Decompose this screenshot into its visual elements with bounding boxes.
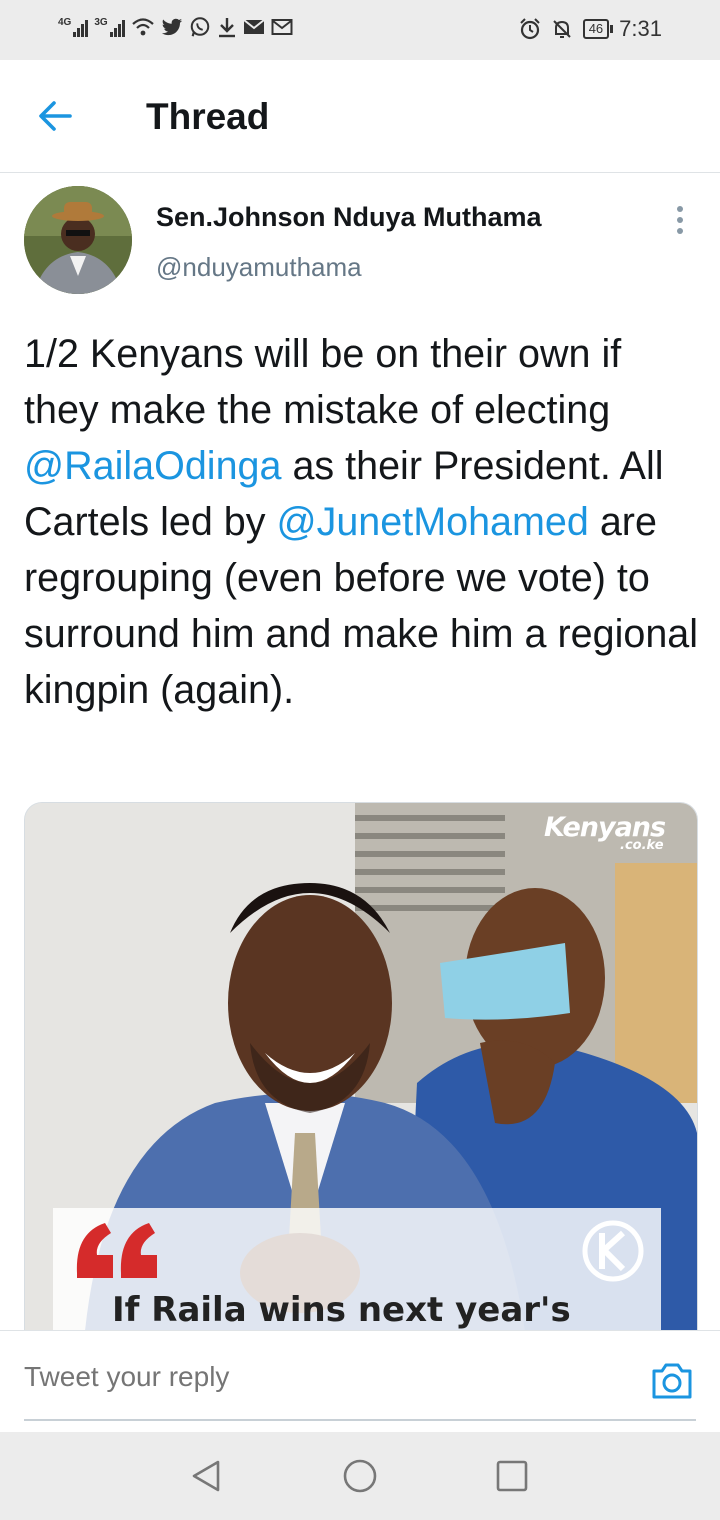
media-quote-text: If Raila wins next year's xyxy=(112,1290,571,1330)
signal-3g-label: 3G xyxy=(94,17,108,28)
battery-indicator: 46 xyxy=(582,19,614,39)
tweet-text: 1/2 Kenyans will be on their own if they… xyxy=(24,326,704,718)
tweet-text-part: 1/2 Kenyans will be on their own if they… xyxy=(24,332,622,432)
gmail-icon xyxy=(271,19,293,35)
reply-bar xyxy=(0,1330,720,1433)
author-handle[interactable]: @nduyamuthama xyxy=(156,252,362,283)
thread-header: Thread xyxy=(0,60,720,173)
download-icon xyxy=(218,18,235,38)
signal-4g-icon: 4G xyxy=(58,17,89,37)
signal-4g-label: 4G xyxy=(58,17,72,28)
reply-divider xyxy=(24,1419,696,1421)
wifi-icon xyxy=(131,18,154,36)
status-time: 7:31 xyxy=(619,16,662,41)
twitter-icon xyxy=(161,18,182,36)
more-options-icon[interactable] xyxy=(668,204,692,238)
email-icon xyxy=(243,19,265,34)
reply-input[interactable] xyxy=(24,1353,624,1401)
page-title: Thread xyxy=(146,96,270,137)
signal-3g-icon: 3G xyxy=(94,17,125,37)
camera-icon[interactable] xyxy=(650,1361,694,1401)
nav-home-icon[interactable] xyxy=(342,1458,378,1494)
navigation-bar xyxy=(0,1432,720,1520)
whatsapp-icon xyxy=(190,17,209,37)
kenyans-logo-sub: .co.ke xyxy=(620,838,664,853)
mute-icon xyxy=(552,20,571,38)
status-left: 4G 3G xyxy=(58,16,293,38)
avatar[interactable] xyxy=(24,186,132,294)
status-bar: 4G 3G 46 7:31 xyxy=(0,0,720,60)
mention-raila-link[interactable]: @RailaOdinga xyxy=(24,444,281,488)
tweet-media-image[interactable] xyxy=(24,802,698,1332)
back-arrow-icon[interactable] xyxy=(36,96,76,136)
nav-back-icon[interactable] xyxy=(188,1458,224,1494)
author-name[interactable]: Sen.Johnson Nduya Muthama xyxy=(156,202,542,233)
nav-recents-icon[interactable] xyxy=(494,1458,530,1494)
status-right: 46 7:31 xyxy=(519,16,662,42)
alarm-icon xyxy=(519,18,540,40)
mention-junet-link[interactable]: @JunetMohamed xyxy=(276,500,588,544)
